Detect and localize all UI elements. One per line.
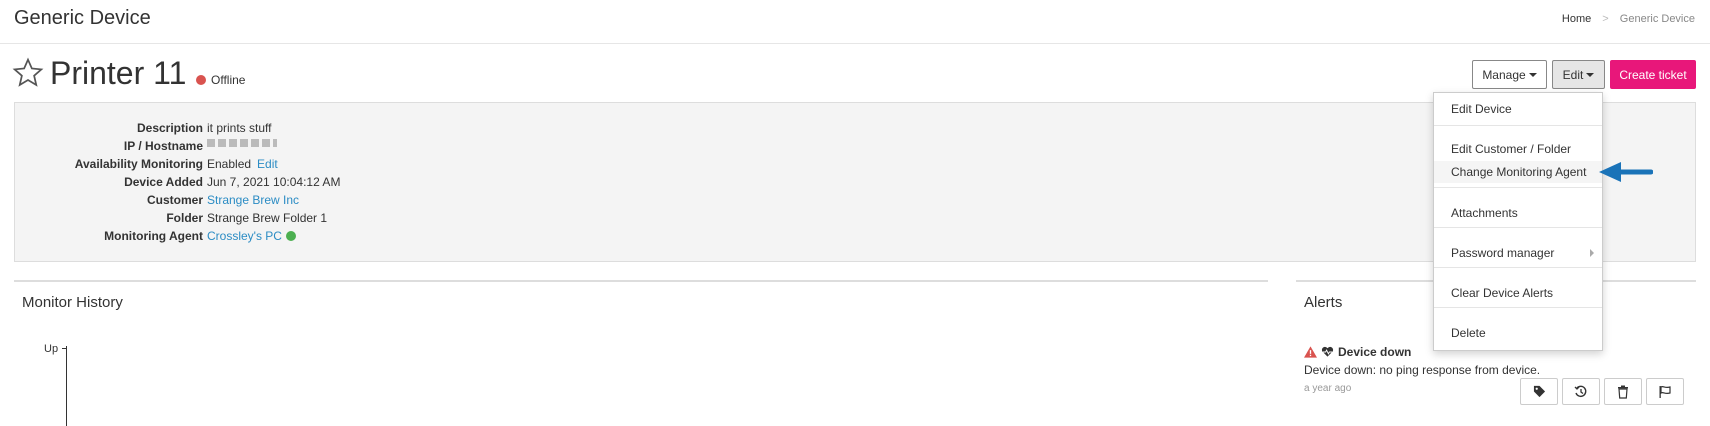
top-bar: Generic Device Home > Generic Device <box>0 0 1710 44</box>
alert-timestamp: a year ago <box>1304 383 1352 394</box>
menu-item-clear-device-alerts[interactable]: Clear Device Alerts <box>1434 282 1602 304</box>
online-status-dot-icon <box>285 231 296 241</box>
heart-pulse-icon <box>1321 346 1334 357</box>
chart-y-label: Up <box>44 343 59 355</box>
detail-label: Description <box>136 121 203 135</box>
menu-item-edit-device[interactable]: Edit Device <box>1434 98 1602 120</box>
detail-value <box>207 139 277 147</box>
menu-item-attachments[interactable]: Attachments <box>1434 202 1602 224</box>
redacted-ip-value <box>207 139 277 147</box>
availability-edit-link[interactable]: Edit <box>257 157 278 171</box>
page-heading: Generic Device <box>14 7 151 29</box>
flag-icon <box>1659 385 1671 398</box>
edit-button-label: Edit <box>1562 67 1584 82</box>
detail-label: Monitoring Agent <box>104 229 203 243</box>
detail-row-ip-hostname: IP / Hostname <box>15 139 815 157</box>
monitor-history-title: Monitor History <box>22 294 123 311</box>
manage-button-label: Manage <box>1482 67 1526 82</box>
warning-icon <box>1304 346 1317 358</box>
create-ticket-label: Create ticket <box>1619 67 1687 82</box>
breadcrumb: Home > Generic Device <box>1562 13 1695 25</box>
edit-dropdown-menu: Edit Device Edit Customer / Folder Chang… <box>1433 92 1603 351</box>
detail-label: Customer <box>146 193 203 207</box>
chart-y-axis <box>66 346 67 426</box>
caret-down-icon <box>1528 72 1537 77</box>
detail-row-description: Description it prints stuff <box>15 121 815 139</box>
history-icon <box>1574 385 1587 397</box>
monitoring-agent-link[interactable]: Crossley's PC <box>207 229 282 243</box>
breadcrumb-separator: > <box>1602 13 1609 25</box>
chevron-right-icon <box>1590 249 1594 257</box>
menu-item-password-manager[interactable]: Password manager <box>1434 242 1602 264</box>
menu-divider <box>1434 267 1602 268</box>
detail-label: IP / Hostname <box>123 139 203 153</box>
status-badge: Offline <box>196 73 245 87</box>
alert-description: Device down: no ping response from devic… <box>1304 363 1541 377</box>
customer-link[interactable]: Strange Brew Inc <box>207 193 299 207</box>
detail-row-device-added: Device Added Jun 7, 2021 10:04:12 AM <box>15 175 815 193</box>
detail-label: Folder <box>166 211 203 225</box>
delete-alert-button[interactable] <box>1604 378 1642 405</box>
detail-row-monitoring-agent: Monitoring Agent Crossley's PC <box>15 229 815 247</box>
detail-value: it prints stuff <box>207 121 272 135</box>
alert-title-text: Device down <box>1338 345 1412 359</box>
tag-alert-button[interactable] <box>1520 378 1558 405</box>
menu-item-change-monitoring-agent[interactable]: Change Monitoring Agent <box>1434 161 1602 183</box>
detail-row-availability: Availability Monitoring Enabled Edit <box>15 157 815 175</box>
menu-divider <box>1434 187 1602 188</box>
star-icon[interactable] <box>12 57 44 89</box>
monitor-history-panel: Monitor History Up <box>14 280 1268 426</box>
menu-item-delete[interactable]: Delete <box>1434 322 1602 344</box>
menu-divider <box>1434 227 1602 228</box>
detail-value: Enabled Edit <box>207 157 278 171</box>
manage-button[interactable]: Manage <box>1472 60 1547 89</box>
tag-icon <box>1533 385 1545 398</box>
annotation-arrow-icon <box>1599 162 1653 182</box>
flag-alert-button[interactable] <box>1646 378 1684 405</box>
status-text: Offline <box>211 73 246 87</box>
device-title: Printer 11 <box>50 55 187 91</box>
create-ticket-button[interactable]: Create ticket <box>1610 60 1696 89</box>
offline-status-dot-icon <box>196 75 206 85</box>
detail-row-folder: Folder Strange Brew Folder 1 <box>15 211 815 229</box>
detail-value: Crossley's PC <box>207 229 296 243</box>
menu-item-edit-customer-folder[interactable]: Edit Customer / Folder <box>1434 138 1602 160</box>
alert-item-title: Device down <box>1304 345 1411 359</box>
detail-label: Device Added <box>124 175 203 189</box>
menu-divider <box>1434 307 1602 308</box>
edit-button[interactable]: Edit <box>1552 60 1605 89</box>
detail-value: Strange Brew Folder 1 <box>207 211 328 225</box>
breadcrumb-current: Generic Device <box>1619 13 1695 25</box>
menu-item-password-manager-label: Password manager <box>1451 246 1555 260</box>
trash-icon <box>1618 385 1628 399</box>
history-alert-button[interactable] <box>1562 378 1600 405</box>
detail-value: Jun 7, 2021 10:04:12 AM <box>207 175 341 189</box>
detail-row-customer: Customer Strange Brew Inc <box>15 193 815 211</box>
detail-label: Availability Monitoring <box>74 157 203 171</box>
breadcrumb-home-link[interactable]: Home <box>1562 13 1591 25</box>
caret-down-icon <box>1586 72 1595 77</box>
availability-status: Enabled <box>207 157 252 171</box>
menu-divider <box>1434 125 1602 126</box>
alerts-title: Alerts <box>1304 294 1343 311</box>
